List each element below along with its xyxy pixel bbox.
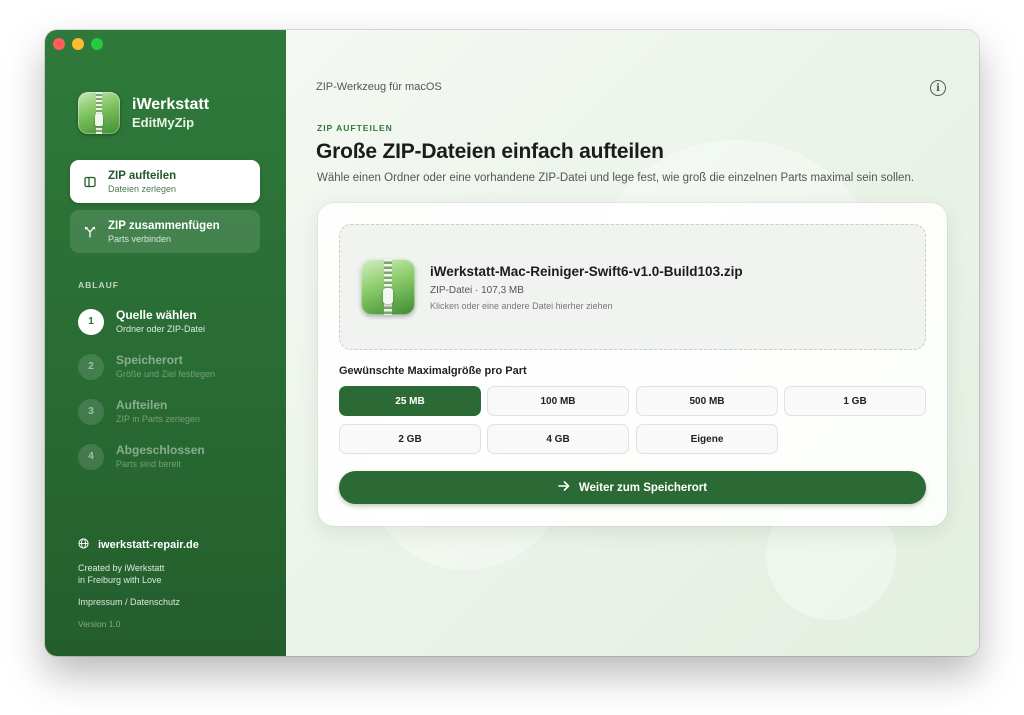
app-window: iWerkstatt EditMyZip ZIP aufteilen Datei… (45, 30, 979, 656)
file-name: iWerkstatt-Mac-Reiniger-Swift6-v1.0-Buil… (430, 264, 743, 279)
page-description: Wähle einen Ordner oder eine vorhandene … (317, 172, 915, 184)
size-option-500mb[interactable]: 500 MB (636, 386, 778, 416)
size-option-custom[interactable]: Eigene (636, 424, 778, 454)
step-split: 3 Aufteilen ZIP in Parts zerlegen (78, 398, 200, 425)
file-hint: Klicken oder eine andere Datei hierher z… (430, 301, 613, 311)
page-title: Große ZIP-Dateien einfach aufteilen (316, 140, 664, 163)
topbar-title: ZIP-Werkzeug für macOS (316, 81, 442, 93)
credits: Created by iWerkstatt in Freiburg with L… (78, 562, 164, 586)
nav-zip-merge[interactable]: ZIP zusammenfügen Parts verbinden (70, 210, 260, 253)
step-title: Abgeschlossen (116, 443, 205, 457)
info-icon[interactable]: i (930, 80, 946, 96)
size-option-25mb[interactable]: 25 MB (339, 386, 481, 416)
step-done: 4 Abgeschlossen Parts sind bereit (78, 443, 205, 470)
step-source: 1 Quelle wählen Ordner oder ZIP-Datei (78, 308, 205, 335)
minimize-window-button[interactable] (72, 38, 84, 50)
nav-zip-merge-label: ZIP zusammenfügen (108, 219, 220, 232)
product-name: EditMyZip (132, 115, 195, 130)
size-option-1gb[interactable]: 1 GB (784, 386, 926, 416)
workflow-heading: ABLAUF (78, 280, 119, 290)
step-subtitle: ZIP in Parts zerlegen (116, 414, 200, 424)
step-subtitle: Größe und Ziel festlegen (116, 369, 216, 379)
window-controls (53, 38, 103, 50)
zoom-window-button[interactable] (91, 38, 103, 50)
split-card: iWerkstatt-Mac-Reiniger-Swift6-v1.0-Buil… (318, 203, 947, 526)
website-link[interactable]: iwerkstatt-repair.de (78, 538, 199, 552)
step-destination: 2 Speicherort Größe und Ziel festlegen (78, 353, 215, 380)
step-number: 4 (78, 443, 104, 470)
continue-label: Weiter zum Speicherort (578, 481, 708, 494)
nav-zip-split[interactable]: ZIP aufteilen Dateien zerlegen (70, 160, 260, 203)
continue-button[interactable]: Weiter zum Speicherort (339, 471, 926, 504)
nav-zip-merge-sub: Parts verbinden (108, 233, 172, 244)
step-number: 3 (78, 398, 104, 425)
credits-line: in Freiburg with Love (78, 575, 162, 585)
nav-zip-split-label: ZIP aufteilen (108, 169, 177, 182)
close-window-button[interactable] (53, 38, 65, 50)
app-name: iWerkstatt (132, 96, 210, 113)
step-number: 1 (78, 308, 104, 335)
arrow-right-icon (558, 481, 570, 494)
split-icon (84, 176, 96, 188)
version-label: Version 1.0 (78, 619, 121, 629)
size-option-100mb[interactable]: 100 MB (487, 386, 629, 416)
step-title: Speicherort (116, 353, 183, 367)
zip-file-icon (361, 259, 415, 315)
merge-icon (84, 226, 96, 238)
section-eyebrow: ZIP AUFTEILEN (317, 123, 393, 133)
app-logo-icon (78, 92, 120, 134)
step-subtitle: Ordner oder ZIP-Datei (116, 324, 206, 334)
nav-zip-split-sub: Dateien zerlegen (108, 183, 177, 194)
sidebar: iWerkstatt EditMyZip ZIP aufteilen Datei… (45, 30, 286, 656)
step-number: 2 (78, 353, 104, 380)
step-subtitle: Parts sind bereit (116, 459, 182, 469)
step-title: Quelle wählen (116, 308, 197, 322)
globe-icon (78, 538, 89, 552)
file-dropzone[interactable]: iWerkstatt-Mac-Reiniger-Swift6-v1.0-Buil… (339, 224, 926, 350)
brand: iWerkstatt EditMyZip (78, 92, 209, 134)
credits-line: Created by iWerkstatt (78, 563, 165, 573)
main-content: ZIP-Werkzeug für macOS i ZIP AUFTEILEN G… (286, 30, 979, 656)
step-title: Aufteilen (116, 398, 168, 412)
legal-link[interactable]: Impressum / Datenschutz (78, 597, 180, 607)
file-meta: ZIP-Datei · 107,3 MB (430, 285, 524, 296)
size-option-2gb[interactable]: 2 GB (339, 424, 481, 454)
size-option-4gb[interactable]: 4 GB (487, 424, 629, 454)
website-label: iwerkstatt-repair.de (98, 539, 199, 551)
size-label: Gewünschte Maximalgröße pro Part (339, 365, 527, 377)
